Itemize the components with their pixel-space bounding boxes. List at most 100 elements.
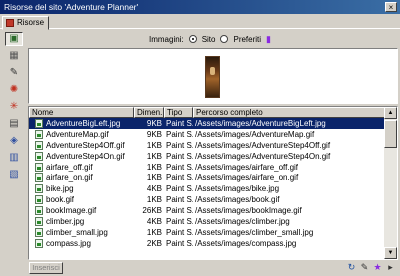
file-name: AdventureStep4Off.gif [46, 140, 125, 150]
image-file-icon [35, 195, 43, 205]
file-type: Paint S... [166, 140, 193, 150]
file-size: 9KB [146, 118, 162, 128]
file-name-cell: AdventureStep4Off.gif [29, 140, 134, 150]
scripts-button[interactable]: ◈ [5, 134, 23, 148]
list-item[interactable]: compass.jpg 2KB Paint S.../Assets/images/c… [29, 238, 385, 249]
list-item[interactable]: AdventureBigLeft.jpg 9KB Paint S.../Assets… [29, 118, 385, 129]
insert-button[interactable]: Inserisci [29, 262, 63, 274]
header-path[interactable]: Percorso completo [193, 107, 385, 118]
templates-icon: ▥ [9, 152, 19, 163]
file-type: Paint S... [166, 206, 193, 216]
header-name[interactable]: Nome [29, 107, 134, 118]
templates-button[interactable]: ▥ [5, 151, 23, 165]
radio-site[interactable] [188, 35, 197, 43]
file-type: Paint S... [166, 129, 193, 139]
radio-site-label: Sito [201, 34, 216, 44]
image-file-icon [35, 238, 43, 248]
scroll-thumb[interactable] [384, 120, 397, 148]
image-file-icon [35, 173, 43, 183]
file-path: /Assets/images/AdventureStep4On.gif [195, 151, 331, 161]
bottom-actions: ↻ ✎ ★ ▸ [346, 262, 396, 273]
file-name-cell: bookImage.gif [29, 206, 134, 216]
movies-button[interactable]: ▤ [5, 117, 23, 131]
file-name: book.gif [46, 195, 75, 205]
asset-list: Nome Dimen... Tipo Percorso completo Adv… [28, 106, 398, 260]
file-name-cell: airfare_on.gif [29, 173, 134, 183]
image-file-icon [35, 140, 43, 150]
tab-label: Risorse [17, 18, 45, 27]
file-name: climber_small.jpg [46, 227, 108, 237]
header-type[interactable]: Tipo [164, 107, 193, 118]
file-name-cell: bike.jpg [29, 184, 134, 194]
file-size: 4KB [146, 184, 162, 194]
file-path: /Assets/images/compass.jpg [195, 238, 297, 248]
assets-icon [6, 19, 14, 27]
list-item[interactable]: bike.jpg 4KB Paint S.../Assets/images/bike… [29, 183, 385, 194]
preview-pane [28, 48, 398, 104]
list-item[interactable]: AdventureStep4On.gif 1KB Paint S.../Assets… [29, 151, 385, 162]
filter-label: Immagini: [149, 34, 184, 44]
list-item[interactable]: AdventureStep4Off.gif 1KB Paint S.../Asset… [29, 140, 385, 151]
column-headers: Nome Dimen... Tipo Percorso completo [29, 107, 385, 118]
file-name: AdventureMap.gif [46, 129, 109, 139]
file-type: Paint S... [166, 195, 193, 205]
file-size: 1KB [146, 227, 162, 237]
file-type: Paint S... [166, 238, 193, 248]
file-size: 2KB [146, 238, 162, 248]
preview-image [205, 56, 220, 98]
radio-favorites[interactable] [220, 35, 229, 43]
file-type: Paint S... [166, 173, 193, 183]
file-name: bookImage.gif [46, 206, 97, 216]
asset-category-toolbar: ▣ ▦ ✎ ✺ ✳ ▤ ◈ ▥ ▧ [2, 32, 26, 252]
image-file-icon [35, 216, 43, 226]
file-path: /Assets/images/climber.jpg [195, 216, 290, 226]
radio-favorites-label: Preferiti [233, 34, 262, 44]
list-item[interactable]: book.gif 1KB Paint S.../Assets/images/book… [29, 194, 385, 205]
vertical-scrollbar[interactable]: ▲ ▼ [384, 107, 397, 259]
urls-button[interactable]: ✎ [5, 66, 23, 80]
add-favorite-icon[interactable]: ★ [372, 262, 383, 273]
file-size: 9KB [146, 129, 162, 139]
refresh-icon[interactable]: ↻ [346, 262, 357, 273]
shockwave-icon: ✳ [9, 101, 19, 112]
file-name-cell: climber.jpg [29, 216, 134, 226]
header-size[interactable]: Dimen... [134, 107, 164, 118]
close-button[interactable]: × [385, 2, 397, 12]
colors-icon: ▦ [9, 50, 19, 61]
file-type: Paint S... [166, 162, 193, 172]
file-path: /Assets/images/climber_small.jpg [195, 227, 314, 237]
file-name: climber.jpg [46, 216, 85, 226]
file-size: 1KB [146, 162, 162, 172]
file-name: bike.jpg [46, 184, 74, 194]
edit-icon[interactable]: ✎ [359, 262, 370, 273]
list-item[interactable]: airfare_on.gif 1KB Paint S.../Assets/image… [29, 172, 385, 183]
file-type: Paint S... [166, 227, 193, 237]
list-item[interactable]: climber_small.jpg 1KB Paint S.../Assets/im… [29, 227, 385, 238]
list-item[interactable]: climber.jpg 4KB Paint S.../Assets/images/c… [29, 216, 385, 227]
asset-rows: AdventureBigLeft.jpg9KBPaint S.../Assets… [29, 118, 385, 249]
tab-risorse[interactable]: Risorse [2, 16, 50, 30]
urls-icon: ✎ [9, 67, 19, 78]
file-path: /Assets/images/bike.jpg [195, 184, 280, 194]
scroll-down-arrow[interactable]: ▼ [384, 247, 397, 259]
file-path: /Assets/images/AdventureMap.gif [195, 129, 315, 139]
filter-row: Immagini: Sito Preferiti ▮ [0, 32, 400, 46]
file-type: Paint S... [166, 151, 193, 161]
colors-button[interactable]: ▦ [5, 49, 23, 63]
image-file-icon [35, 151, 43, 161]
list-item[interactable]: AdventureMap.gif 9KB Paint S.../Assets/ima… [29, 129, 385, 140]
list-item[interactable]: bookImage.gif 26KB Paint S.../Assets/image… [29, 205, 385, 216]
scroll-up-arrow[interactable]: ▲ [384, 107, 397, 119]
bottom-bar: Inserisci ↻ ✎ ★ ▸ [0, 260, 400, 276]
flash-button[interactable]: ✺ [5, 83, 23, 97]
menu-icon[interactable]: ▸ [385, 262, 396, 273]
file-size: 1KB [146, 173, 162, 183]
library-button[interactable]: ▧ [5, 168, 23, 182]
list-item[interactable]: airfare_off.gif 1KB Paint S.../Assets/imag… [29, 162, 385, 173]
file-name-cell: compass.jpg [29, 238, 134, 248]
scripts-icon: ◈ [10, 135, 18, 146]
file-type: Paint S... [166, 184, 193, 194]
image-file-icon [35, 206, 43, 216]
shockwave-button[interactable]: ✳ [5, 100, 23, 114]
image-file-icon [35, 118, 43, 128]
